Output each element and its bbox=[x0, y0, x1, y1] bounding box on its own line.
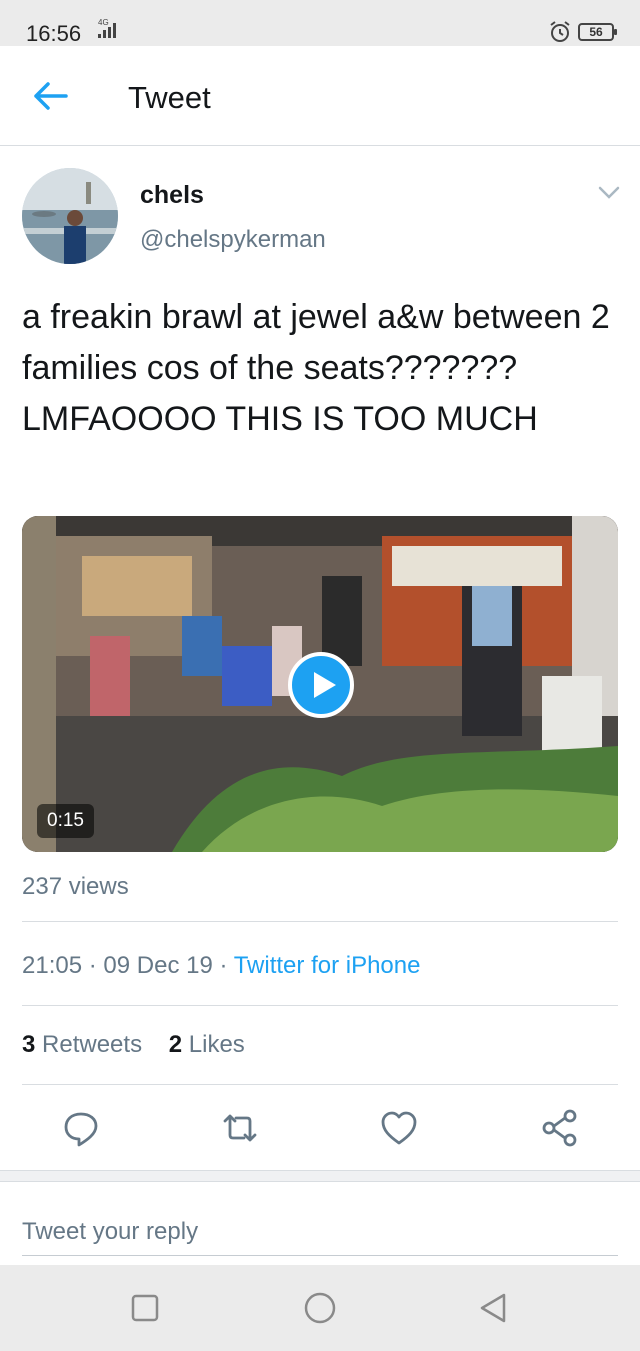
battery-icon: 56 bbox=[578, 23, 617, 41]
video-duration: 0:15 bbox=[37, 804, 94, 838]
tweet-source-link[interactable]: Twitter for iPhone bbox=[234, 952, 421, 979]
arrow-left-icon[interactable] bbox=[30, 80, 70, 112]
author-handle[interactable]: @chelspykerman bbox=[140, 226, 326, 254]
author-name[interactable]: chels bbox=[140, 181, 204, 210]
divider bbox=[22, 1005, 618, 1006]
back-icon[interactable] bbox=[476, 1291, 510, 1325]
likes-stat[interactable]: 2 Likes bbox=[169, 1031, 245, 1058]
reply-icon bbox=[64, 1112, 98, 1147]
tweet-timestamp: 21:05 · 09 Dec 19 · Twitter for iPhone bbox=[22, 952, 421, 979]
signal-icon: 4G bbox=[98, 18, 116, 38]
svg-text:4G: 4G bbox=[98, 18, 109, 27]
divider bbox=[22, 921, 618, 922]
tweet-stats: 3 Retweets 2 Likes bbox=[22, 1031, 245, 1059]
reply-button[interactable] bbox=[61, 1108, 101, 1148]
home-icon[interactable] bbox=[303, 1291, 337, 1325]
view-count: 237 views bbox=[22, 873, 129, 900]
alarm-icon bbox=[550, 21, 570, 42]
play-icon[interactable] bbox=[288, 652, 354, 718]
app-header: Tweet bbox=[0, 46, 640, 146]
like-icon bbox=[381, 1111, 417, 1145]
chevron-down-icon[interactable] bbox=[598, 186, 620, 200]
tweet-time: 21:05 bbox=[22, 952, 83, 979]
system-nav-bar bbox=[0, 1265, 640, 1351]
divider bbox=[22, 1084, 618, 1085]
reply-input[interactable] bbox=[22, 1208, 618, 1256]
status-time: 16:56 bbox=[26, 21, 82, 46]
avatar[interactable] bbox=[22, 168, 118, 264]
retweets-stat[interactable]: 3 Retweets bbox=[22, 1031, 142, 1058]
tweet-date: 09 Dec 19 bbox=[103, 952, 213, 979]
recents-icon[interactable] bbox=[128, 1291, 162, 1325]
page-title: Tweet bbox=[128, 80, 211, 115]
retweet-button[interactable] bbox=[220, 1108, 260, 1148]
status-bar: 16:56 4G 56 bbox=[0, 0, 640, 46]
tweet-text: a freakin brawl at jewel a&w between 2 f… bbox=[22, 298, 610, 438]
share-button[interactable] bbox=[540, 1108, 580, 1148]
share-icon bbox=[542, 1109, 577, 1147]
video-player[interactable]: 0:15 bbox=[22, 516, 618, 852]
retweet-icon bbox=[223, 1114, 257, 1142]
separator bbox=[0, 1170, 640, 1182]
like-button[interactable] bbox=[379, 1108, 419, 1148]
